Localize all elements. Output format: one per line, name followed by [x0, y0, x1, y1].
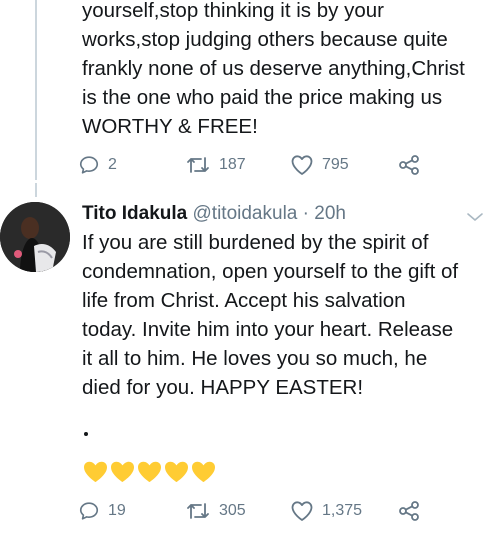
reply-button[interactable]: 19	[78, 500, 126, 522]
retweet-count: 305	[219, 502, 246, 519]
reply-icon	[79, 502, 99, 520]
yellow-heart-icon	[165, 461, 188, 482]
retweet-button[interactable]: 305	[185, 500, 246, 522]
share-button[interactable]	[398, 500, 420, 522]
share-button[interactable]	[398, 154, 420, 176]
reply-count: 19	[108, 502, 126, 519]
user-handle[interactable]: @titoidakula	[193, 203, 298, 224]
yellow-heart-icon	[111, 461, 134, 482]
display-name[interactable]: Tito Idakula	[82, 203, 187, 224]
like-button[interactable]: 1,375	[290, 500, 362, 522]
retweet-icon	[187, 157, 209, 173]
retweet-button[interactable]: 187	[185, 154, 246, 176]
tweet-actions: 19 305 1,375	[78, 500, 458, 524]
like-icon	[291, 155, 313, 175]
like-count: 1,375	[322, 502, 363, 519]
yellow-heart-icon	[192, 461, 215, 482]
like-icon	[291, 501, 313, 521]
share-icon	[399, 155, 419, 175]
avatar-image	[0, 202, 70, 272]
like-button[interactable]: 795	[290, 154, 349, 176]
emoji-hearts	[82, 460, 217, 484]
yellow-heart-icon	[138, 461, 161, 482]
share-icon	[399, 501, 419, 521]
tweet-text: If you are still burdened by the spirit …	[82, 231, 459, 399]
trailing-dot	[84, 432, 88, 436]
reply-button[interactable]: 2	[78, 154, 117, 176]
yellow-heart-icon	[84, 461, 107, 482]
tweet-actions: 2 187 795	[78, 154, 458, 178]
thread-line	[35, 0, 37, 180]
timestamp[interactable]: 20h	[314, 203, 346, 224]
chevron-down-icon	[467, 213, 483, 221]
reply-count: 2	[108, 156, 117, 173]
thread-line-connector	[35, 183, 37, 197]
separator-dot: ·	[302, 203, 309, 224]
retweet-icon	[187, 503, 209, 519]
reply-icon	[79, 156, 99, 174]
retweet-count: 187	[219, 156, 246, 173]
tweet-text: yourself,stop thinking it is by your wor…	[82, 0, 465, 138]
like-count: 795	[322, 156, 349, 173]
avatar[interactable]	[0, 202, 70, 272]
tweet-header: Tito Idakula @titoidakula · 20h	[82, 200, 492, 228]
